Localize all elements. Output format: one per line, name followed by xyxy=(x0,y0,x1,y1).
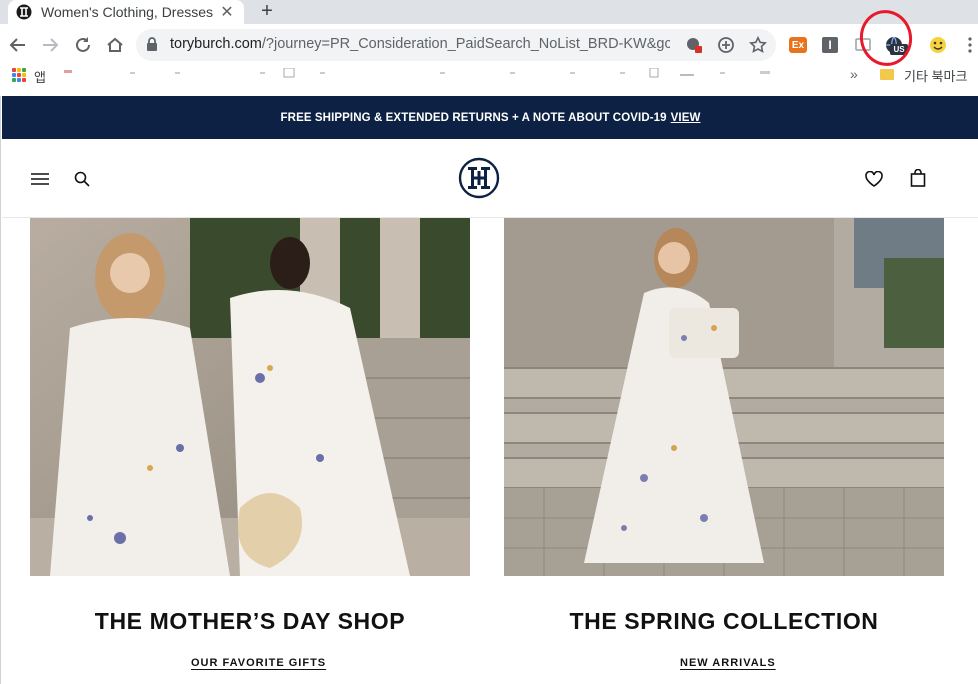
blurred-bookmarks xyxy=(64,68,770,78)
back-arrow-icon xyxy=(9,38,25,52)
menu-icon[interactable] xyxy=(28,167,52,191)
url-host: toryburch.com xyxy=(170,36,262,52)
apps-grid-dot xyxy=(17,73,21,77)
other-bookmarks[interactable]: 기타 북마크 xyxy=(904,66,967,85)
reload-icon xyxy=(76,37,90,52)
back-button[interactable] xyxy=(6,33,30,57)
tory-burch-logo[interactable] xyxy=(458,157,500,199)
ex-extension-icon[interactable]: Ex xyxy=(789,37,807,53)
lock-icon xyxy=(146,37,158,56)
url-path: /?journey=PR_Consideration_PaidSearch_No… xyxy=(261,36,670,52)
folder-icon xyxy=(880,69,894,80)
reload-button[interactable] xyxy=(71,33,95,57)
browser-tab[interactable]: Women's Clothing, Dresses ✕ xyxy=(8,0,244,24)
bag-icon[interactable] xyxy=(906,166,930,190)
tory-burch-page: FREE SHIPPING & EXTENDED RETURNS + A NOT… xyxy=(0,96,978,684)
translate-blocked-icon[interactable] xyxy=(684,35,704,55)
tory-burch-favicon-icon xyxy=(16,4,32,20)
more-bookmarks-icon[interactable]: » xyxy=(850,66,858,82)
promo-banner: FREE SHIPPING & EXTENDED RETURNS + A NOT… xyxy=(2,96,978,139)
spring-collection-title[interactable]: THE SPRING COLLECTION xyxy=(504,608,944,635)
apps-bookmark-label[interactable]: 앱 xyxy=(34,67,46,86)
apps-grid-dot xyxy=(12,73,16,77)
apps-grid-dot xyxy=(22,68,26,72)
forward-arrow-icon xyxy=(43,38,59,52)
forward-button[interactable] xyxy=(38,33,62,57)
add-icon[interactable] xyxy=(716,35,736,55)
heart-icon[interactable] xyxy=(862,167,886,191)
site-header xyxy=(2,139,978,218)
address-bar[interactable]: toryburch.com/?journey=PR_Consideration_… xyxy=(136,29,776,61)
tab-strip: Women's Clothing, Dresses ✕ + xyxy=(0,0,978,24)
kebab-menu-icon[interactable] xyxy=(960,35,978,55)
tab-title: Women's Clothing, Dresses xyxy=(41,4,214,20)
apps-grid-dot xyxy=(22,78,26,82)
apps-grid-dot xyxy=(12,68,16,72)
home-button[interactable] xyxy=(103,33,127,57)
promo-text: FREE SHIPPING & EXTENDED RETURNS + A NOT… xyxy=(280,111,667,124)
search-icon[interactable] xyxy=(70,167,94,191)
emoji-extension-icon[interactable] xyxy=(928,35,948,55)
apps-grid-icon[interactable] xyxy=(12,68,26,82)
our-favorite-gifts-link[interactable]: OUR FAVORITE GIFTS xyxy=(191,657,326,669)
mothers-day-photo[interactable] xyxy=(30,218,470,576)
home-icon xyxy=(107,37,123,52)
i-extension-icon[interactable]: I xyxy=(822,37,838,53)
mothers-day-title[interactable]: THE MOTHER’S DAY SHOP xyxy=(30,608,470,635)
promo-view-link[interactable]: VIEW xyxy=(671,112,701,124)
bookmark-star-icon[interactable] xyxy=(748,35,768,55)
bookmarks-bar: 앱 » 기타 북마크 xyxy=(0,66,978,88)
apps-grid-dot xyxy=(12,78,16,82)
new-tab-button[interactable]: + xyxy=(257,0,277,22)
apps-grid-dot xyxy=(22,73,26,77)
tab-close-icon[interactable]: ✕ xyxy=(218,3,236,21)
apps-grid-dot xyxy=(17,68,21,72)
new-arrivals-link[interactable]: NEW ARRIVALS xyxy=(680,657,776,669)
url-text[interactable]: toryburch.com/?journey=PR_Consideration_… xyxy=(170,36,670,52)
spring-collection-photo[interactable] xyxy=(504,218,944,576)
browser-toolbar: toryburch.com/?journey=PR_Consideration_… xyxy=(0,24,978,66)
apps-grid-dot xyxy=(17,78,21,82)
